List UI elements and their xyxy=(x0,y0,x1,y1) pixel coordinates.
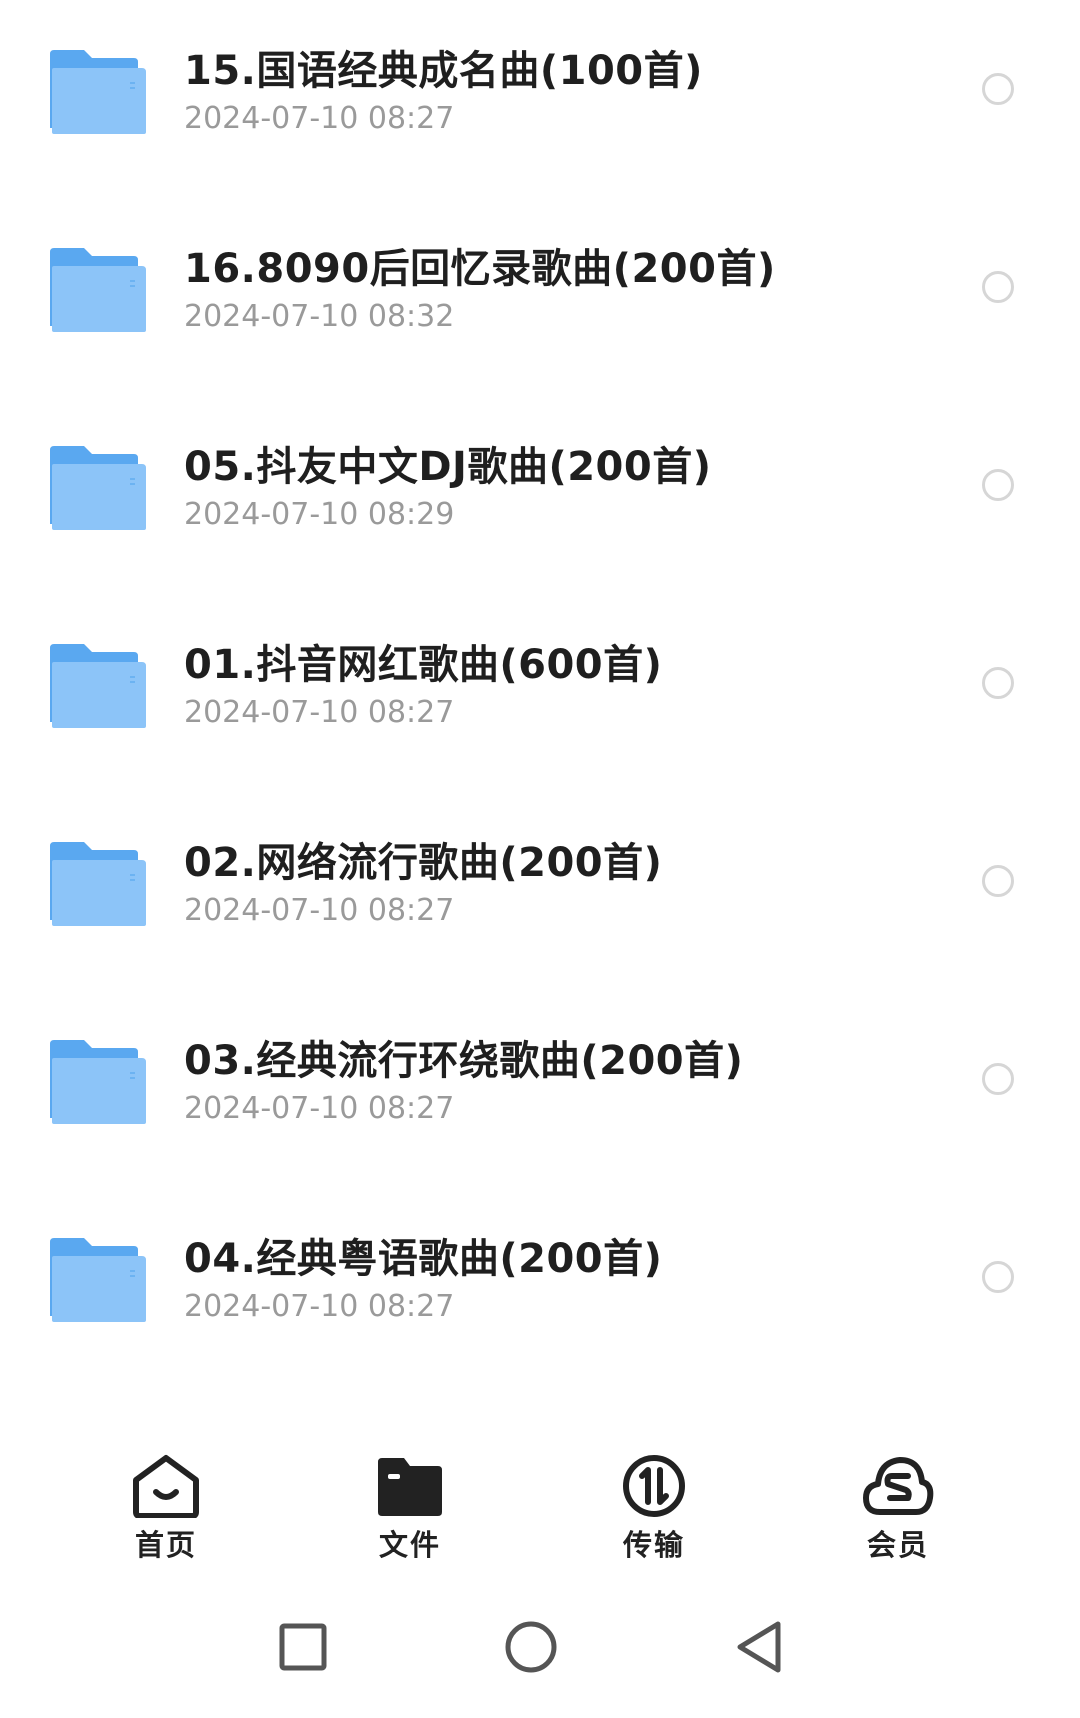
select-radio[interactable] xyxy=(982,73,1014,105)
triangle-back-icon[interactable] xyxy=(724,1612,794,1682)
folder-name: 16.8090后回忆录歌曲(200首) xyxy=(184,246,776,292)
folder-date: 2024-07-10 08:27 xyxy=(184,695,455,730)
folder-icon xyxy=(50,1238,146,1322)
folder-icon xyxy=(50,446,146,530)
folder-icon xyxy=(50,50,146,134)
folder-date: 2024-07-10 08:27 xyxy=(184,893,455,928)
select-radio[interactable] xyxy=(982,865,1014,897)
folder-date: 2024-07-10 08:27 xyxy=(184,1289,455,1324)
folder-row[interactable]: 05.抖友中文DJ歌曲(200首) 2024-07-10 08:29 xyxy=(0,396,1080,594)
folder-row[interactable]: 04.经典粤语歌曲(200首) 2024-07-10 08:27 xyxy=(0,1188,1080,1386)
folder-row[interactable]: 03.经典流行环绕歌曲(200首) 2024-07-10 08:27 xyxy=(0,990,1080,1188)
folder-date: 2024-07-10 08:27 xyxy=(184,1091,455,1126)
select-radio[interactable] xyxy=(982,469,1014,501)
folder-name: 05.抖友中文DJ歌曲(200首) xyxy=(184,444,712,490)
tab-vip[interactable]: 会员 xyxy=(818,1454,978,1564)
select-radio[interactable] xyxy=(982,1261,1014,1293)
folder-row[interactable]: 02.网络流行歌曲(200首) 2024-07-10 08:27 xyxy=(0,792,1080,990)
folder-name: 03.经典流行环绕歌曲(200首) xyxy=(184,1038,744,1084)
tab-home[interactable]: 首页 xyxy=(86,1454,246,1564)
tab-transfer[interactable]: 传输 xyxy=(574,1454,734,1564)
folder-name: 15.国语经典成名曲(100首) xyxy=(184,48,703,94)
transfer-icon xyxy=(623,1455,685,1517)
folder-row[interactable]: 16.8090后回忆录歌曲(200首) 2024-07-10 08:32 xyxy=(0,198,1080,396)
folder-date: 2024-07-10 08:29 xyxy=(184,497,455,532)
folder-row[interactable]: 01.抖音网红歌曲(600首) 2024-07-10 08:27 xyxy=(0,594,1080,792)
folder-name: 04.经典粤语歌曲(200首) xyxy=(184,1236,663,1282)
home-icon xyxy=(133,1455,199,1518)
folder-date: 2024-07-10 08:32 xyxy=(184,299,455,334)
select-radio[interactable] xyxy=(982,271,1014,303)
tab-home-label: 首页 xyxy=(134,1528,197,1562)
file-list: 15.国语经典成名曲(100首) 2024-07-10 08:27 16.809… xyxy=(0,0,1080,1420)
square-icon[interactable] xyxy=(268,1612,338,1682)
tab-files[interactable]: 文件 xyxy=(330,1454,490,1564)
tab-vip-label: 会员 xyxy=(866,1528,929,1562)
folder-filled-icon xyxy=(378,1458,442,1516)
system-navigation-bar xyxy=(0,1580,1080,1718)
folder-name: 02.网络流行歌曲(200首) xyxy=(184,840,663,886)
tab-files-label: 文件 xyxy=(378,1528,441,1562)
folder-icon xyxy=(50,842,146,926)
cloud-s-icon xyxy=(863,1457,934,1515)
tab-transfer-label: 传输 xyxy=(622,1528,685,1562)
bottom-tab-bar: 首页 文件 传输 会员 xyxy=(0,1420,1080,1580)
folder-icon xyxy=(50,1040,146,1124)
circle-icon[interactable] xyxy=(496,1612,566,1682)
select-radio[interactable] xyxy=(982,667,1014,699)
folder-icon xyxy=(50,248,146,332)
select-radio[interactable] xyxy=(982,1063,1014,1095)
folder-row[interactable]: 15.国语经典成名曲(100首) 2024-07-10 08:27 xyxy=(0,0,1080,198)
folder-date: 2024-07-10 08:27 xyxy=(184,101,455,136)
folder-name: 01.抖音网红歌曲(600首) xyxy=(184,642,663,688)
folder-icon xyxy=(50,644,146,728)
